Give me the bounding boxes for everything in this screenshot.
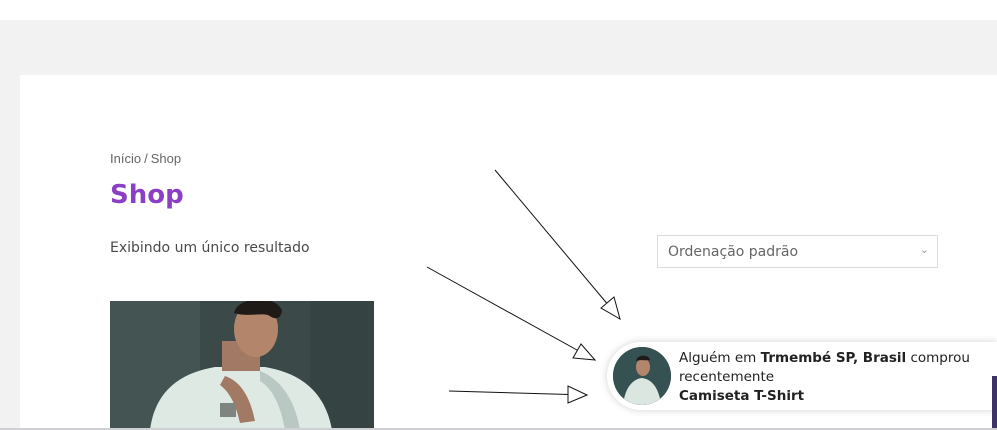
popup-verb: comprou: [910, 350, 970, 366]
popup-product-thumbnail: [613, 347, 671, 405]
popup-location: Trmembé SP, Brasil: [760, 350, 907, 366]
breadcrumb-separator: /: [144, 151, 148, 166]
popup-thumb-photo: [613, 347, 671, 405]
breadcrumb: Início / Shop: [110, 151, 181, 166]
popup-product-name[interactable]: Camiseta T-Shirt: [679, 387, 979, 406]
breadcrumb-home-link[interactable]: Início: [110, 151, 141, 166]
page-title: Shop: [110, 180, 184, 210]
sales-notification-popup[interactable]: Alguém em Trmembé SP, Brasil comprou rec…: [607, 342, 997, 410]
chevron-down-icon: ⌄: [919, 243, 929, 256]
browser-top-strip: [0, 0, 997, 20]
popup-time: recentemente: [679, 369, 775, 385]
popup-prefix: Alguém em: [679, 350, 757, 366]
product-image[interactable]: [110, 301, 374, 430]
result-count: Exibindo um único resultado: [110, 240, 310, 256]
popup-message: Alguém em Trmembé SP, Brasil comprou rec…: [679, 349, 979, 406]
breadcrumb-current: Shop: [150, 151, 182, 166]
edge-element: [992, 376, 997, 430]
orderby-selected-value: Ordenação padrão: [668, 244, 799, 260]
product-photo: [110, 301, 374, 430]
orderby-select[interactable]: Ordenação padrão ⌄: [657, 235, 938, 268]
